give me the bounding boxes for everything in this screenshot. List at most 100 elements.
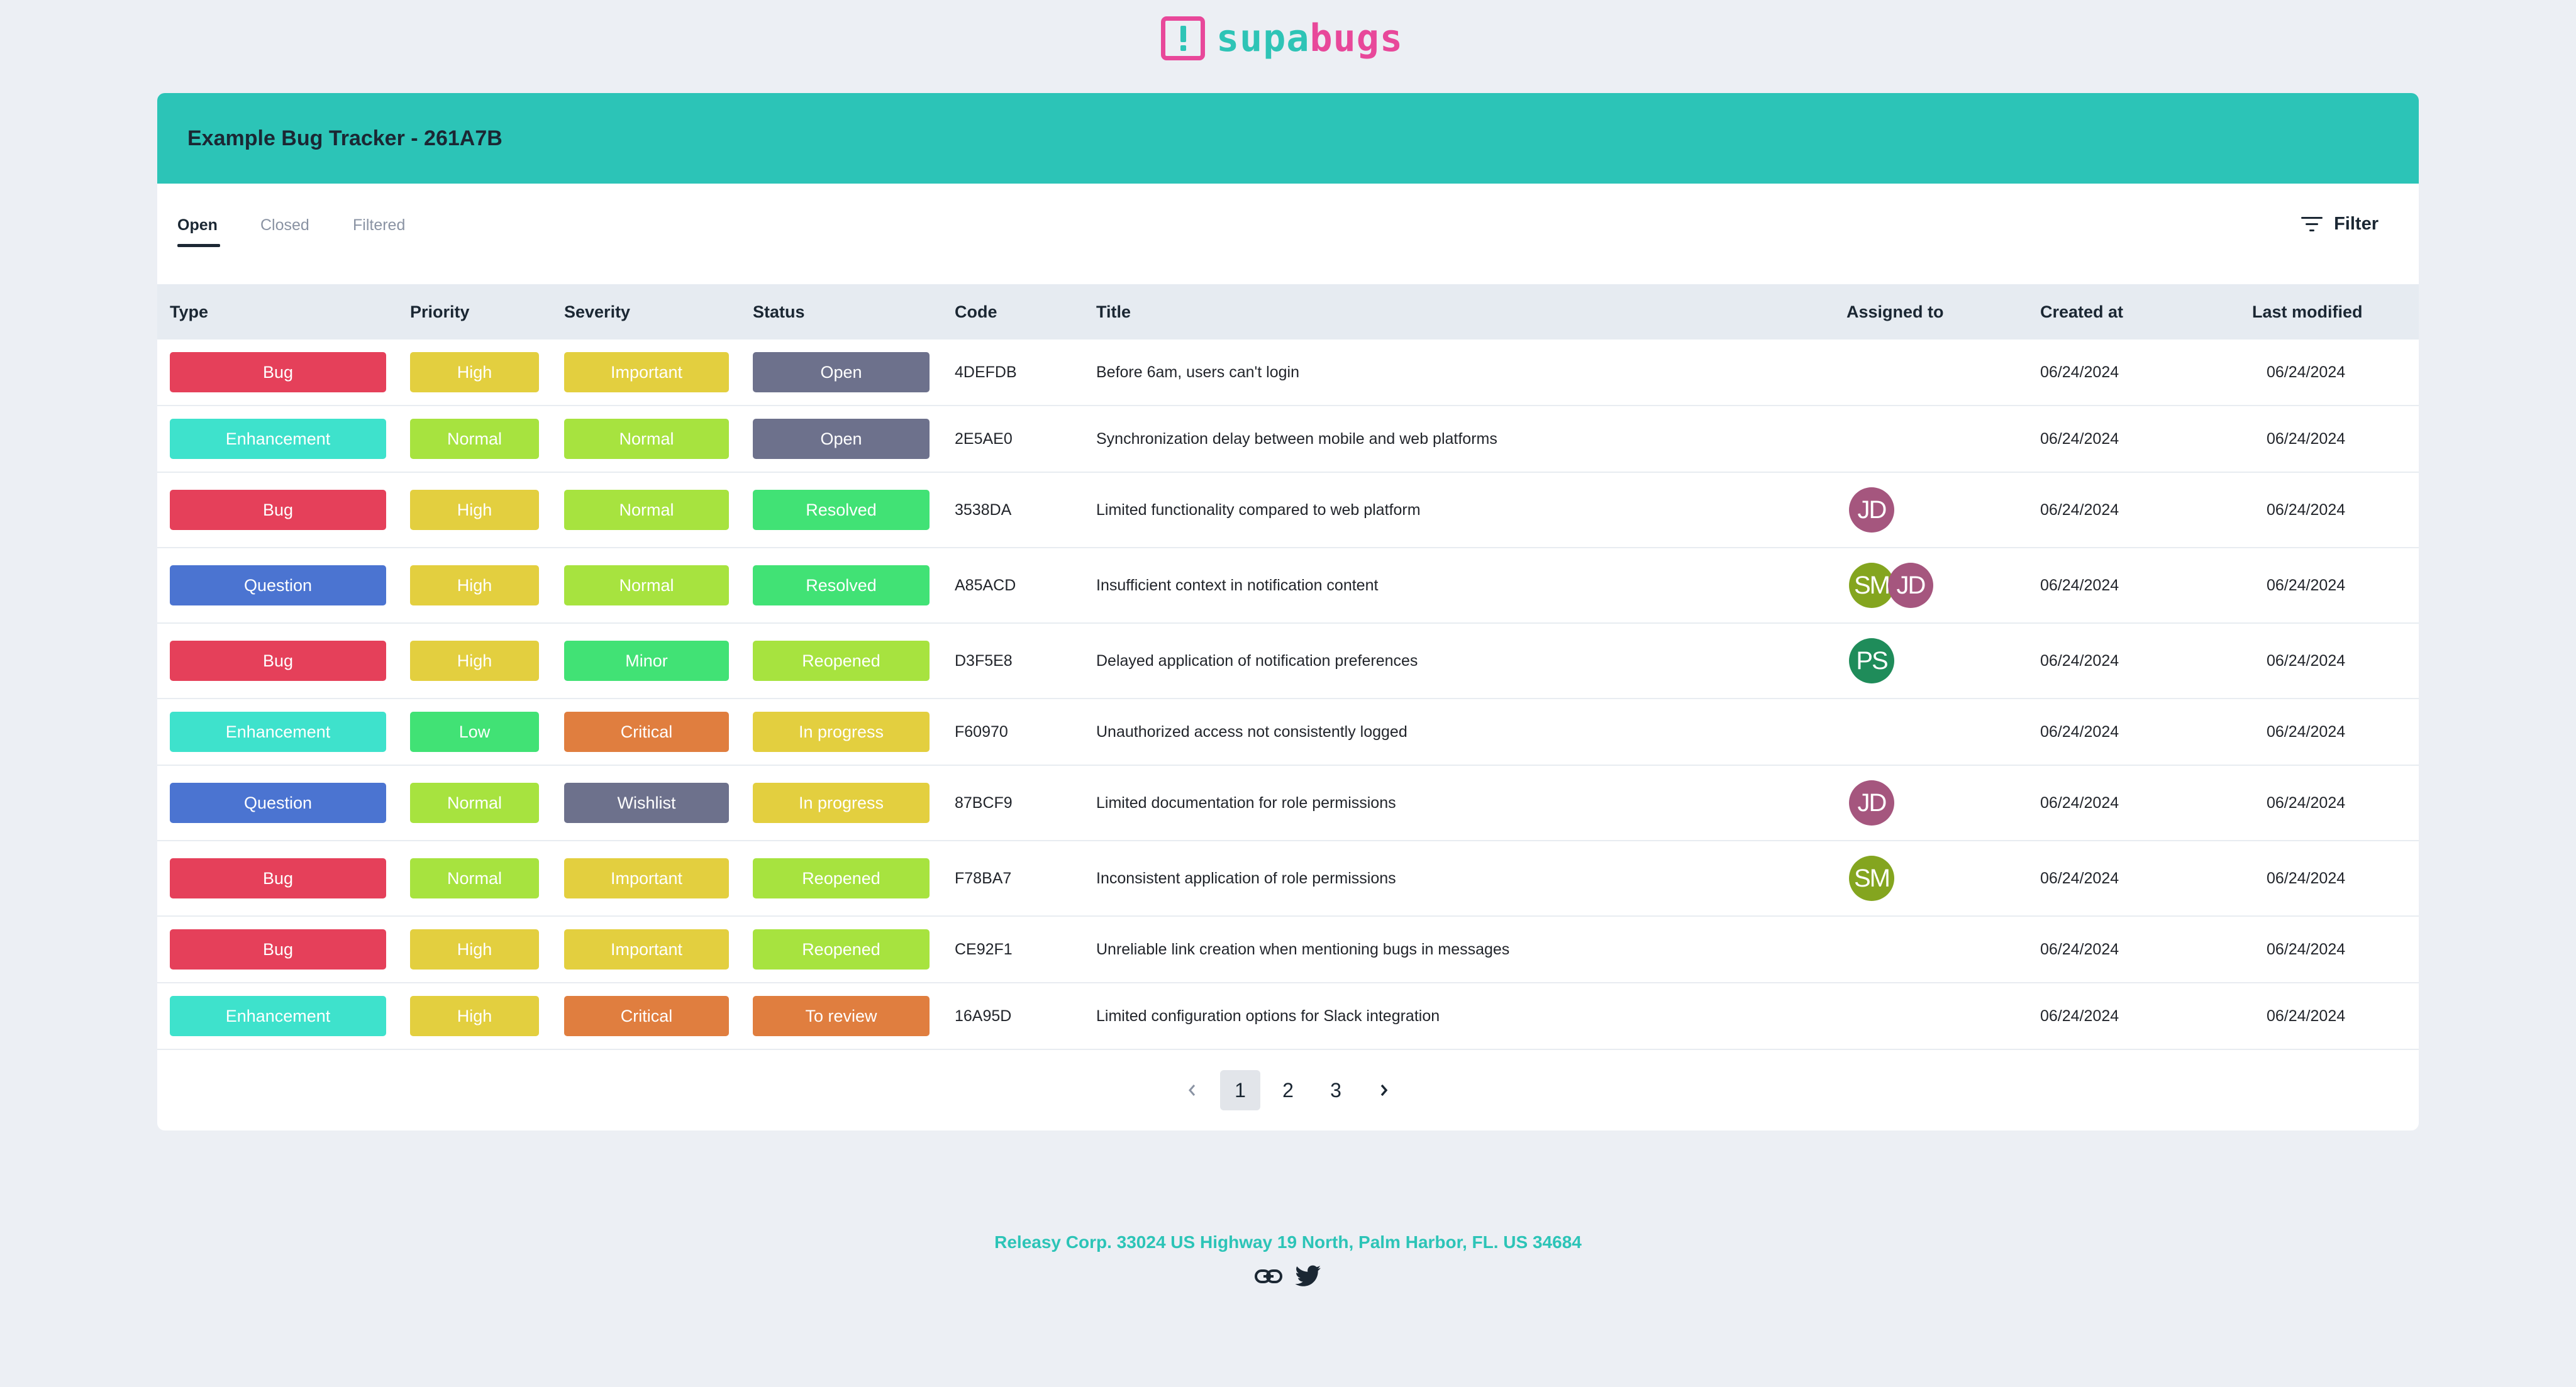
- title-cell[interactable]: Unreliable link creation when mentioning…: [1096, 917, 1509, 982]
- title-cell[interactable]: Limited configuration options for Slack …: [1096, 983, 1440, 1049]
- type-badge[interactable]: Bug: [170, 352, 386, 392]
- column-header-severity[interactable]: Severity: [564, 284, 630, 340]
- tab-closed[interactable]: Closed: [260, 216, 309, 235]
- code-cell: 16A95D: [955, 1007, 1012, 1025]
- avatar[interactable]: JD: [1849, 780, 1894, 826]
- avatar[interactable]: SM: [1849, 856, 1894, 901]
- created-cell: 06/24/2024: [2040, 363, 2119, 381]
- type-badge[interactable]: Enhancement: [170, 419, 386, 459]
- type-badge[interactable]: Question: [170, 565, 386, 605]
- status-badge[interactable]: In progress: [753, 783, 930, 823]
- table-row[interactable]: Question Normal Wishlist In progress 87BCF9 L…: [157, 766, 2419, 841]
- priority-badge[interactable]: Normal: [410, 783, 539, 823]
- priority-badge[interactable]: High: [410, 641, 539, 681]
- severity-badge[interactable]: Normal: [564, 490, 729, 530]
- severity-badge[interactable]: Critical: [564, 712, 729, 752]
- status-badge[interactable]: To review: [753, 996, 930, 1036]
- table-row[interactable]: Enhancement Normal Normal Open 2E5AE0 Synchro…: [157, 406, 2419, 473]
- priority-badge[interactable]: High: [410, 352, 539, 392]
- filter-button[interactable]: Filter: [2301, 214, 2379, 235]
- table-row[interactable]: Bug High Important Reopened CE92F1 Unreliable…: [157, 917, 2419, 983]
- table-row[interactable]: Bug High Normal Resolved 3538DA Limited funct…: [157, 473, 2419, 548]
- severity-badge[interactable]: Important: [564, 929, 729, 970]
- type-badge[interactable]: Bug: [170, 490, 386, 530]
- column-header-assigned[interactable]: Assigned to: [1846, 284, 1944, 340]
- status-badge[interactable]: Resolved: [753, 490, 930, 530]
- title-cell[interactable]: Limited documentation for role permissio…: [1096, 766, 1396, 840]
- severity-badge[interactable]: Critical: [564, 996, 729, 1036]
- created-cell: 06/24/2024: [2040, 500, 2119, 519]
- link-icon[interactable]: [1255, 1267, 1282, 1286]
- type-badge[interactable]: Enhancement: [170, 996, 386, 1036]
- column-header-type[interactable]: Type: [170, 284, 208, 340]
- severity-badge[interactable]: Normal: [564, 565, 729, 605]
- priority-cell: Normal: [410, 841, 539, 915]
- footer-social-links: [0, 1265, 2576, 1288]
- severity-badge[interactable]: Normal: [564, 419, 729, 459]
- title-cell[interactable]: Before 6am, users can't login: [1096, 340, 1299, 405]
- priority-badge[interactable]: High: [410, 996, 539, 1036]
- priority-badge[interactable]: Normal: [410, 419, 539, 459]
- twitter-icon[interactable]: [1295, 1265, 1321, 1288]
- severity-badge[interactable]: Wishlist: [564, 783, 729, 823]
- column-header-title[interactable]: Title: [1096, 284, 1131, 340]
- pagination-next-button[interactable]: [1363, 1070, 1404, 1110]
- title-cell[interactable]: Insufficient context in notification con…: [1096, 548, 1378, 622]
- type-cell: Question: [170, 766, 386, 840]
- type-badge[interactable]: Bug: [170, 929, 386, 970]
- avatar[interactable]: JD: [1888, 563, 1933, 608]
- severity-badge[interactable]: Important: [564, 858, 729, 898]
- type-badge[interactable]: Bug: [170, 858, 386, 898]
- pagination-page-2[interactable]: 2: [1268, 1070, 1308, 1110]
- pagination-page-3[interactable]: 3: [1316, 1070, 1356, 1110]
- column-header-status[interactable]: Status: [753, 284, 805, 340]
- priority-badge[interactable]: High: [410, 565, 539, 605]
- severity-badge[interactable]: Minor: [564, 641, 729, 681]
- status-badge[interactable]: Reopened: [753, 858, 930, 898]
- priority-badge[interactable]: Normal: [410, 858, 539, 898]
- tab-open[interactable]: Open: [177, 216, 218, 235]
- title-cell[interactable]: Synchronization delay between mobile and…: [1096, 406, 1497, 472]
- table-row[interactable]: Bug High Minor Reopened D3F5E8 Delayed applic…: [157, 624, 2419, 699]
- table-row[interactable]: Enhancement Low Critical In progress F60970 U…: [157, 699, 2419, 766]
- priority-badge[interactable]: High: [410, 490, 539, 530]
- status-badge[interactable]: Open: [753, 352, 930, 392]
- table-row[interactable]: Bug Normal Important Reopened F78BA7 Inconsis…: [157, 841, 2419, 917]
- priority-badge[interactable]: Low: [410, 712, 539, 752]
- modified-cell: 06/24/2024: [2267, 869, 2346, 887]
- status-cell: Reopened: [753, 841, 930, 915]
- column-header-created[interactable]: Created at: [2040, 284, 2123, 340]
- type-badge[interactable]: Question: [170, 783, 386, 823]
- table-row[interactable]: Question High Normal Resolved A85ACD Insuffic…: [157, 548, 2419, 624]
- supabugs-logo[interactable]: supabugs: [1161, 15, 1403, 62]
- avatar[interactable]: JD: [1849, 487, 1894, 533]
- tab-filtered[interactable]: Filtered: [353, 216, 405, 235]
- status-badge[interactable]: Open: [753, 419, 930, 459]
- status-cell: Reopened: [753, 917, 930, 982]
- pagination-page-1[interactable]: 1: [1220, 1070, 1260, 1110]
- type-badge[interactable]: Bug: [170, 641, 386, 681]
- column-header-priority[interactable]: Priority: [410, 284, 470, 340]
- modified-cell: 06/24/2024: [2267, 576, 2346, 594]
- filter-lines-icon: [2301, 216, 2323, 231]
- title-cell[interactable]: Limited functionality compared to web pl…: [1096, 473, 1421, 547]
- status-badge[interactable]: Reopened: [753, 929, 930, 970]
- modified-cell: 06/24/2024: [2267, 363, 2346, 381]
- severity-badge[interactable]: Important: [564, 352, 729, 392]
- table-row[interactable]: Bug High Important Open 4DEFDB Before 6am, us…: [157, 340, 2419, 406]
- logo-wordmark-part1: supa: [1216, 16, 1310, 60]
- title-cell[interactable]: Delayed application of notification pref…: [1096, 624, 1418, 698]
- type-badge[interactable]: Enhancement: [170, 712, 386, 752]
- title-cell[interactable]: Inconsistent application of role permiss…: [1096, 841, 1396, 915]
- priority-badge[interactable]: High: [410, 929, 539, 970]
- status-badge[interactable]: Reopened: [753, 641, 930, 681]
- pagination-prev-button[interactable]: [1172, 1070, 1213, 1110]
- status-badge[interactable]: Resolved: [753, 565, 930, 605]
- table-row[interactable]: Enhancement High Critical To review 16A95D Li…: [157, 983, 2419, 1050]
- column-header-code[interactable]: Code: [955, 284, 997, 340]
- status-badge[interactable]: In progress: [753, 712, 930, 752]
- column-header-modified[interactable]: Last modified: [2252, 284, 2363, 340]
- avatar[interactable]: PS: [1849, 638, 1894, 683]
- title-cell[interactable]: Unauthorized access not consistently log…: [1096, 699, 1407, 765]
- type-cell: Bug: [170, 841, 386, 915]
